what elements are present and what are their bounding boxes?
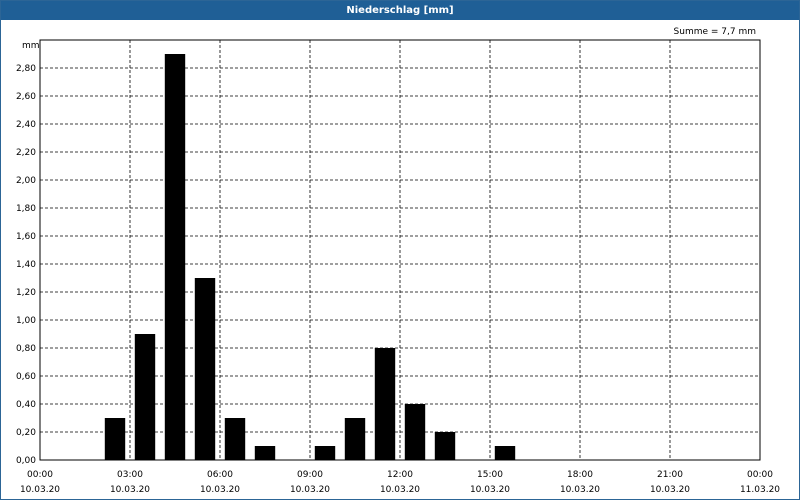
precip-bar [134, 334, 156, 460]
x-tick-date: 10.03.20 [560, 485, 600, 495]
y-tick-label: 1,80 [16, 204, 36, 214]
y-tick-label: 0,40 [16, 400, 36, 410]
x-tick-time: 12:00 [387, 470, 413, 480]
precip-bar [434, 432, 456, 460]
y-tick-label: 0,60 [16, 372, 36, 382]
sum-label: Summe = 7,7 mm [674, 27, 756, 37]
y-axis-unit: mm [22, 41, 40, 51]
x-tick-time: 00:00 [27, 470, 53, 480]
x-tick-time: 15:00 [477, 470, 503, 480]
precip-bar [164, 54, 186, 460]
precip-bar [314, 446, 336, 460]
x-tick-date: 10.03.20 [650, 485, 690, 495]
y-tick-label: 2,60 [16, 92, 36, 102]
precip-bar [404, 404, 426, 460]
precipitation-chart: 0,00 0,20 0,40 0,60 0,80 1,00 1,20 1,40 1,60 1,80… [16, 27, 780, 495]
precip-bar [374, 348, 396, 460]
precip-bar [254, 446, 276, 460]
y-tick-label: 2,80 [16, 64, 36, 74]
y-tick-label: 2,00 [16, 176, 36, 186]
x-tick-date: 10.03.20 [290, 485, 330, 495]
precip-bar [104, 418, 126, 460]
precip-bar [224, 418, 246, 460]
x-tick-date: 10.03.20 [110, 485, 150, 495]
x-tick-time: 18:00 [567, 470, 593, 480]
y-tick-label: 1,00 [16, 316, 36, 326]
x-tick-date: 10.03.20 [200, 485, 240, 495]
y-tick-label: 2,20 [16, 148, 36, 158]
x-tick-time: 06:00 [207, 470, 233, 480]
precip-bar [344, 418, 366, 460]
precip-bar [194, 278, 216, 460]
y-tick-label: 1,40 [16, 260, 36, 270]
y-tick-label: 1,60 [16, 232, 36, 242]
y-tick-label: 0,00 [16, 456, 36, 466]
y-tick-label: 2,40 [16, 120, 36, 130]
x-tick-time: 21:00 [657, 470, 683, 480]
y-tick-labels: 0,00 0,20 0,40 0,60 0,80 1,00 1,20 1,40 1,60 1,80… [16, 64, 36, 466]
x-tick-date: 10.03.20 [470, 485, 510, 495]
x-tick-date: 10.03.20 [20, 485, 60, 495]
y-tick-label: 0,20 [16, 428, 36, 438]
y-tick-label: 0,80 [16, 344, 36, 354]
x-tick-time: 00:00 [747, 470, 773, 480]
y-tick-label: 1,20 [16, 288, 36, 298]
x-tick-date: 11.03.20 [740, 485, 780, 495]
x-tick-labels: 00:00 10.03.20 03:00 10.03.20 06:00 10.03.20 0… [20, 470, 780, 495]
x-tick-time: 09:00 [297, 470, 323, 480]
x-tick-date: 10.03.20 [380, 485, 420, 495]
precip-bar [494, 446, 516, 460]
x-tick-time: 03:00 [117, 470, 143, 480]
